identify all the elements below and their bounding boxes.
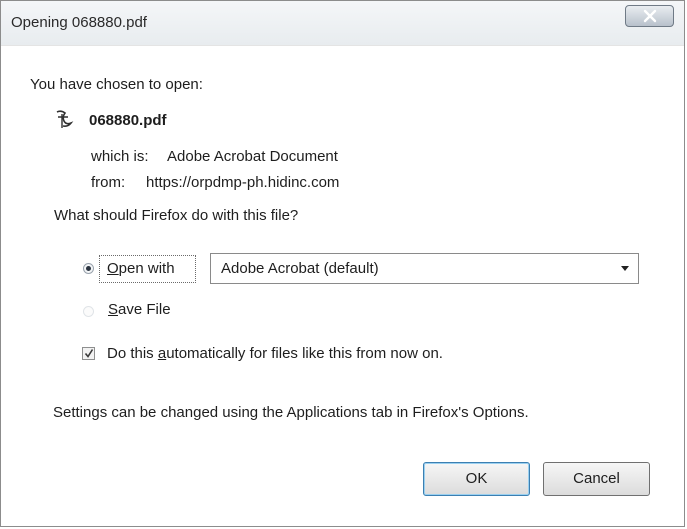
close-button[interactable]	[625, 5, 674, 27]
cancel-button[interactable]: Cancel	[543, 462, 650, 496]
download-dialog: Opening 068880.pdf You have chosen to op…	[0, 0, 685, 527]
save-file-label[interactable]: Save File	[108, 301, 171, 318]
auto-open-checkbox[interactable]	[82, 347, 95, 360]
application-select-value: Adobe Acrobat (default)	[221, 260, 379, 277]
open-with-radio[interactable]	[83, 263, 94, 274]
pdf-file-icon	[56, 110, 74, 128]
open-with-label[interactable]: Open with	[107, 260, 175, 277]
file-type-label: which is:	[91, 148, 149, 165]
checkmark-icon	[84, 349, 94, 358]
auto-open-label[interactable]: Do this automatically for files like thi…	[107, 345, 443, 362]
ok-button[interactable]: OK	[423, 462, 530, 496]
action-question: What should Firefox do with this file?	[54, 207, 299, 224]
chevron-down-icon[interactable]	[621, 266, 629, 271]
save-file-radio[interactable]	[83, 306, 94, 317]
application-select[interactable]: Adobe Acrobat (default)	[210, 253, 639, 284]
title-bar[interactable]: Opening 068880.pdf	[1, 1, 684, 46]
settings-note: Settings can be changed using the Applic…	[53, 404, 529, 421]
file-source-value: https://orpdmp-ph.hidinc.com	[146, 174, 340, 191]
file-type-value: Adobe Acrobat Document	[167, 148, 338, 165]
close-icon	[643, 9, 657, 23]
file-name: 068880.pdf	[89, 112, 167, 129]
file-source-label: from:	[91, 174, 126, 191]
window-title: Opening 068880.pdf	[11, 14, 147, 31]
chosen-prompt: You have chosen to open:	[30, 76, 203, 93]
